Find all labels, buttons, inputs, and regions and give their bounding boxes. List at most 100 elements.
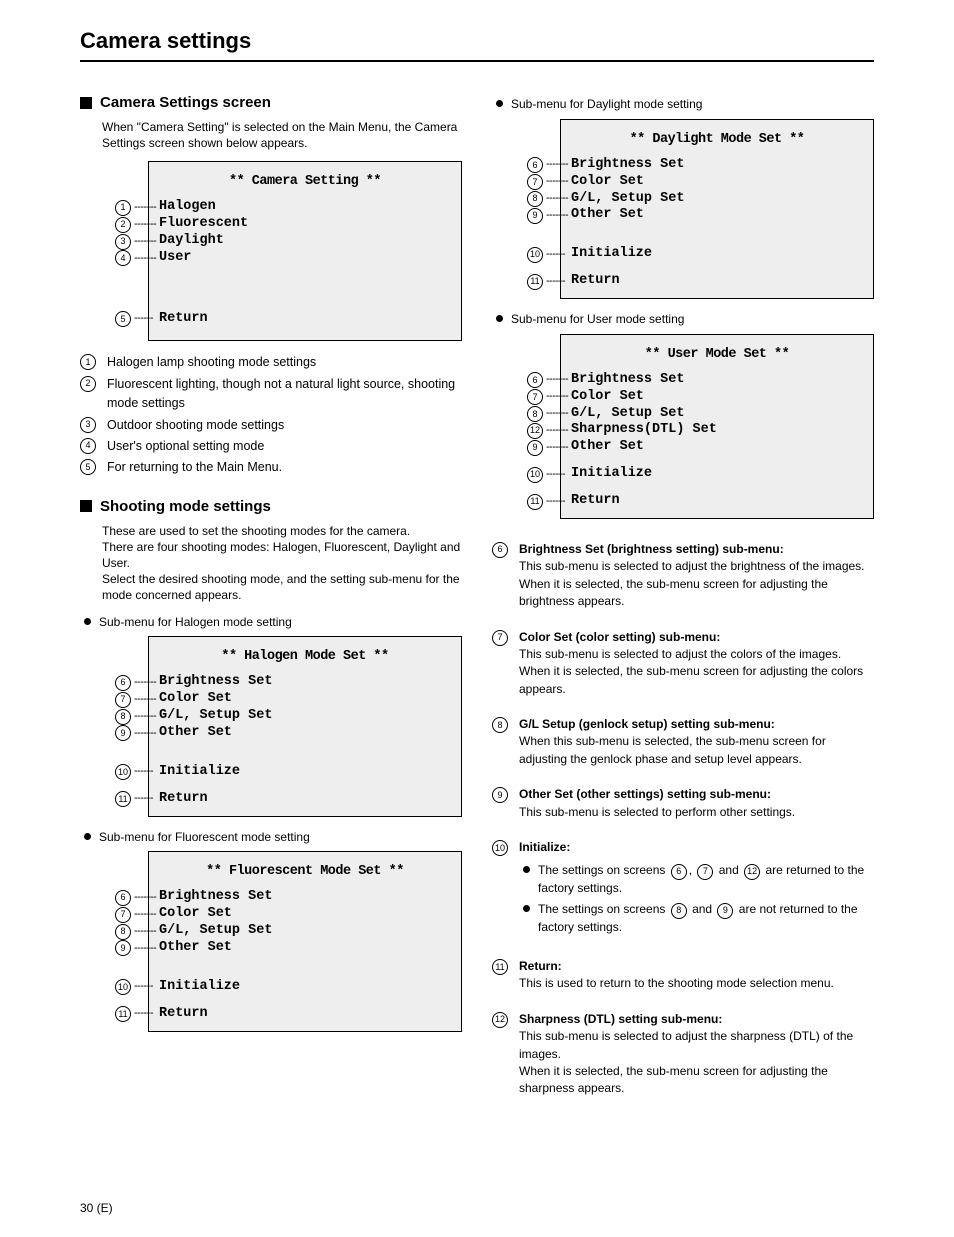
menu-label[interactable]: Return: [159, 311, 208, 328]
circ-11-icon: 11: [527, 494, 543, 510]
menu-label[interactable]: G/L, Setup Set: [571, 191, 684, 208]
camera-setting-legend: 1Halogen lamp shooting mode settings 2Fl…: [80, 353, 462, 477]
desc-body: When this sub-menu is selected, the sub-…: [519, 734, 826, 765]
menu-item-initialize: 10------Initialize: [115, 979, 407, 996]
menu-label[interactable]: G/L, Setup Set: [571, 406, 684, 423]
bullet-dot-icon: [496, 315, 503, 322]
menu-label[interactable]: G/L, Setup Set: [159, 708, 272, 725]
menu-label[interactable]: Initialize: [571, 246, 652, 263]
menu-label[interactable]: Other Set: [571, 439, 644, 456]
circ-10-icon: 10: [115, 979, 131, 995]
page-header: Camera settings: [80, 28, 874, 62]
desc-title: Sharpness (DTL) setting sub-menu:: [519, 1012, 722, 1026]
circ-9-icon: 9: [717, 903, 733, 919]
menu-label[interactable]: Sharpness(DTL) Set: [571, 422, 717, 439]
menu-label[interactable]: Color Set: [159, 691, 232, 708]
menu-item: 3------- Daylight: [115, 233, 407, 250]
desc-item-8: 8 G/L Setup (genlock setup) setting sub-…: [492, 716, 874, 768]
menu-label[interactable]: Return: [571, 493, 620, 510]
menu-label[interactable]: Other Set: [159, 725, 232, 742]
circ-7-icon: 7: [492, 630, 508, 646]
menu-label[interactable]: Initialize: [571, 466, 652, 483]
bullet-halogen: Sub-menu for Halogen mode setting: [84, 614, 462, 631]
menu-label[interactable]: Color Set: [571, 174, 644, 191]
circ-12-icon: 12: [492, 1012, 508, 1028]
menu-item: 6-------Brightness Set: [527, 372, 819, 389]
menu-item-return: 11------Return: [527, 493, 819, 510]
menu-label[interactable]: Brightness Set: [571, 157, 684, 174]
menu-label[interactable]: Return: [571, 273, 620, 290]
menu-label[interactable]: Fluorescent: [159, 216, 248, 233]
circ-5-icon: 5: [80, 459, 96, 475]
menu-label[interactable]: Other Set: [571, 207, 644, 224]
circ-11-icon: 11: [492, 959, 508, 975]
menu-label[interactable]: Brightness Set: [571, 372, 684, 389]
desc-title: Return:: [519, 959, 562, 973]
menu-item: 9-------Other Set: [527, 207, 819, 224]
note-text: The settings on screens 8 and 9 are not …: [538, 901, 874, 936]
circ-7-icon: 7: [527, 389, 543, 405]
menu-title: ** Fluorescent Mode Set **: [159, 864, 451, 879]
menu-label[interactable]: Return: [159, 1006, 208, 1023]
circ-10-icon: 10: [115, 764, 131, 780]
circ-3-icon: 3: [115, 234, 131, 250]
menu-item: 4------- User: [115, 250, 407, 267]
desc-title: Other Set (other settings) setting sub-m…: [519, 787, 771, 801]
bullet-user: Sub-menu for User mode setting: [496, 311, 874, 328]
circ-12-icon: 12: [527, 423, 543, 439]
desc-item-11: 11 Return: This is used to return to the…: [492, 958, 874, 993]
menu-label[interactable]: Brightness Set: [159, 889, 272, 906]
user-menu: ** User Mode Set ** 6-------Brightness S…: [560, 334, 874, 519]
circ-6-icon: 6: [671, 864, 687, 880]
menu-title: ** User Mode Set **: [571, 347, 863, 362]
menu-label[interactable]: Initialize: [159, 979, 240, 996]
bullet-fluorescent: Sub-menu for Fluorescent mode setting: [84, 829, 462, 846]
menu-label[interactable]: Brightness Set: [159, 674, 272, 691]
circ-2-icon: 2: [80, 376, 96, 392]
circ-9-icon: 9: [115, 725, 131, 741]
bullet-text: Sub-menu for Fluorescent mode setting: [99, 829, 462, 846]
desc-item-12: 12 Sharpness (DTL) setting sub-menu: Thi…: [492, 1011, 874, 1098]
circ-4-icon: 4: [115, 250, 131, 266]
circ-8-icon: 8: [671, 903, 687, 919]
menu-label[interactable]: Halogen: [159, 199, 216, 216]
menu-title: ** Camera Setting **: [159, 174, 451, 189]
menu-label[interactable]: User: [159, 250, 191, 267]
menu-item: 7-------Color Set: [115, 691, 407, 708]
circ-6-icon: 6: [527, 372, 543, 388]
section-camera-settings-intro: When "Camera Setting" is selected on the…: [102, 119, 462, 151]
circ-11-icon: 11: [527, 274, 543, 290]
desc-body: This sub-menu is selected to adjust the …: [519, 559, 865, 608]
camera-setting-menu-wrap: ** Camera Setting ** 1------- Halogen 2-…: [102, 161, 462, 341]
menu-item: 9-------Other Set: [115, 940, 407, 957]
circ-8-icon: 8: [527, 406, 543, 422]
menu-label[interactable]: Initialize: [159, 764, 240, 781]
menu-label[interactable]: Daylight: [159, 233, 224, 250]
bullet-text: Sub-menu for User mode setting: [511, 311, 874, 328]
menu-item-return: 11------Return: [115, 791, 407, 808]
menu-item: 7-------Color Set: [527, 389, 819, 406]
circ-10-icon: 10: [492, 840, 508, 856]
list-item: 3Outdoor shooting mode settings: [80, 416, 462, 435]
desc-title: G/L Setup (genlock setup) setting sub-me…: [519, 717, 775, 731]
daylight-menu: ** Daylight Mode Set ** 6-------Brightne…: [560, 119, 874, 299]
square-bullet-icon: [80, 500, 92, 512]
circ-6-icon: 6: [527, 157, 543, 173]
menu-item-return: 5------ Return: [115, 311, 407, 328]
desc-body: This sub-menu is selected to perform oth…: [519, 805, 795, 819]
bullet-text: Sub-menu for Daylight mode setting: [511, 96, 874, 113]
desc-body: This sub-menu is selected to adjust the …: [519, 647, 863, 696]
menu-item: 1------- Halogen: [115, 199, 407, 216]
menu-label[interactable]: Other Set: [159, 940, 232, 957]
menu-label[interactable]: Color Set: [159, 906, 232, 923]
circ-8-icon: 8: [115, 709, 131, 725]
content-columns: Camera Settings screen When "Camera Sett…: [80, 90, 874, 1116]
bullet-daylight: Sub-menu for Daylight mode setting: [496, 96, 874, 113]
menu-label[interactable]: G/L, Setup Set: [159, 923, 272, 940]
circ-8-icon: 8: [527, 191, 543, 207]
menu-label[interactable]: Color Set: [571, 389, 644, 406]
circ-6-icon: 6: [115, 675, 131, 691]
bullet-dot-icon: [523, 866, 530, 873]
menu-label[interactable]: Return: [159, 791, 208, 808]
right-column: Sub-menu for Daylight mode setting ** Da…: [492, 90, 874, 1116]
